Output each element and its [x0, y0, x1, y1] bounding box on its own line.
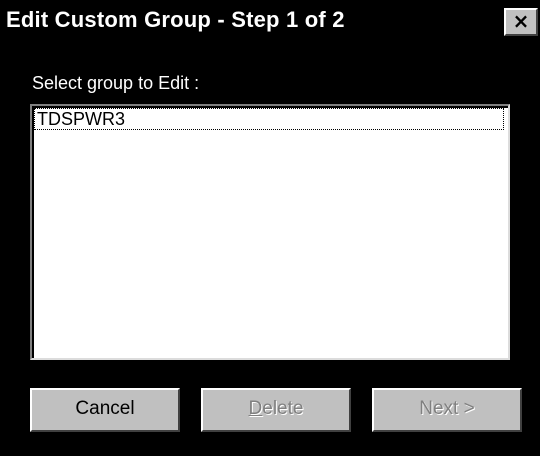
- listbox-inner-border: [32, 106, 508, 358]
- dialog-title: Edit Custom Group - Step 1 of 2: [6, 7, 345, 32]
- title-bar[interactable]: Edit Custom Group - Step 1 of 2 ×: [0, 0, 540, 42]
- next-button[interactable]: Next >: [372, 388, 522, 432]
- delete-button[interactable]: Delete: [201, 388, 351, 432]
- select-group-label: Select group to Edit :: [32, 73, 200, 93]
- close-button[interactable]: ×: [504, 8, 538, 36]
- list-item[interactable]: TDSPWR3: [34, 108, 504, 130]
- cancel-button[interactable]: Cancel: [30, 388, 180, 432]
- edit-custom-group-dialog: Edit Custom Group - Step 1 of 2 × Select…: [0, 0, 540, 456]
- close-icon: ×: [512, 9, 530, 33]
- group-listbox[interactable]: TDSPWR3: [30, 104, 510, 360]
